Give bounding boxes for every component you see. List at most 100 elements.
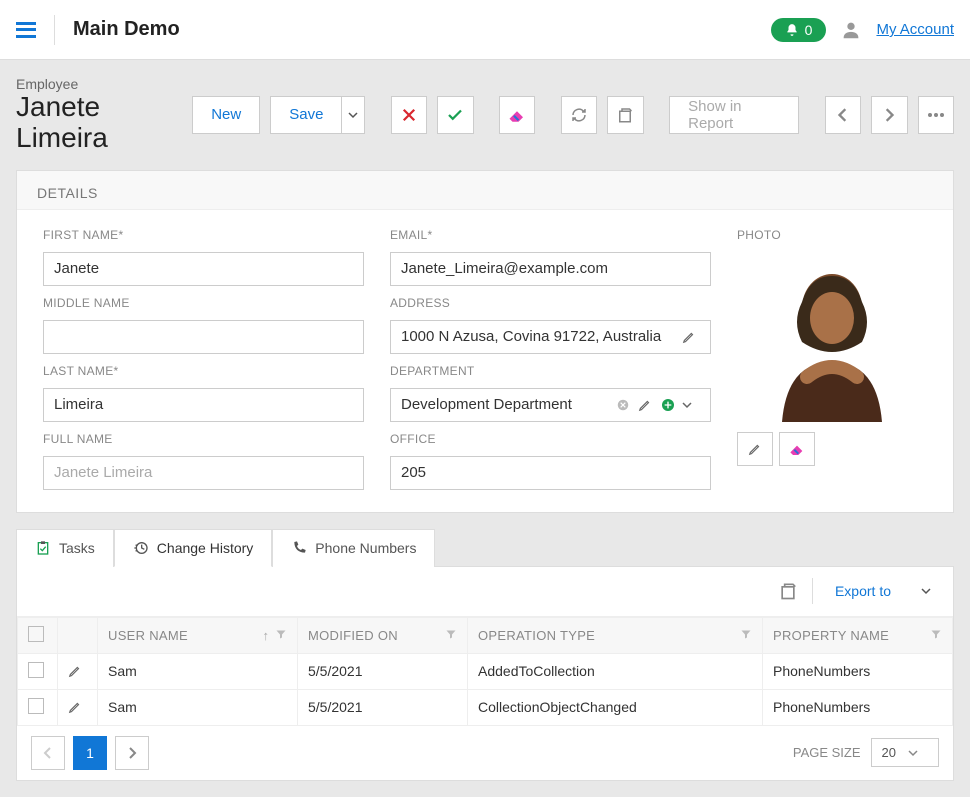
table-row[interactable]: Sam 5/5/2021 AddedToCollection PhoneNumb… (18, 653, 953, 689)
more-actions-button[interactable] (918, 96, 954, 134)
ellipsis-icon (927, 112, 945, 118)
menu-hamburger-icon[interactable] (16, 20, 36, 40)
chevron-down-icon (908, 748, 918, 758)
user-avatar-icon[interactable] (840, 19, 862, 41)
pencil-icon (68, 664, 82, 678)
plus-circle-icon (660, 397, 676, 413)
chevron-left-icon (837, 108, 849, 122)
my-account-link[interactable]: My Account (876, 21, 954, 38)
eraser-icon (508, 108, 526, 122)
prev-record-button[interactable] (825, 96, 861, 134)
middle-name-input[interactable] (43, 320, 364, 354)
department-input[interactable] (391, 389, 616, 421)
select-all-checkbox[interactable] (28, 626, 44, 642)
table-row[interactable]: Sam 5/5/2021 CollectionObjectChanged Pho… (18, 689, 953, 725)
export-label: Export to (835, 583, 891, 599)
row-edit-button[interactable] (68, 700, 87, 714)
col-operation-type[interactable]: OPERATION TYPE (478, 628, 595, 643)
refresh-button[interactable] (561, 96, 597, 134)
pager-prev-button[interactable] (31, 736, 65, 770)
new-button[interactable]: New (192, 96, 260, 134)
confirm-button[interactable] (437, 96, 473, 134)
notifications-count: 0 (805, 22, 813, 38)
app-title: Main Demo (73, 18, 771, 41)
pager: 1 PAGE SIZE 20 (17, 726, 953, 780)
row-checkbox[interactable] (28, 698, 44, 714)
first-name-label: FIRST NAME* (43, 228, 364, 242)
change-history-panel: Export to USER NAME ↑ M (16, 566, 954, 781)
filter-icon[interactable] (275, 628, 287, 640)
record-type: Employee (16, 76, 182, 92)
photo-clear-button[interactable] (779, 432, 815, 466)
cell-user-name: Sam (98, 689, 298, 725)
row-checkbox[interactable] (28, 662, 44, 678)
details-card: DETAILS FIRST NAME* MIDDLE NAME LAST NAM… (16, 170, 954, 513)
cell-modified-on: 5/5/2021 (298, 653, 468, 689)
erase-button[interactable] (499, 96, 535, 134)
chevron-down-icon (682, 400, 692, 410)
cell-modified-on: 5/5/2021 (298, 689, 468, 725)
full-name-input (43, 456, 364, 490)
cell-property-name: PhoneNumbers (763, 689, 953, 725)
pager-next-button[interactable] (115, 736, 149, 770)
refresh-icon (570, 106, 588, 124)
person-photo-icon (752, 252, 912, 422)
sort-icon[interactable]: ↑ (263, 628, 270, 643)
tabs: Tasks Change History Phone Numbers (16, 529, 954, 567)
phone-icon (291, 540, 307, 556)
file-icon (616, 106, 634, 124)
cancel-button[interactable] (391, 96, 427, 134)
pencil-icon (68, 700, 82, 714)
chevron-right-icon (127, 747, 137, 759)
pager-page-1[interactable]: 1 (73, 736, 107, 770)
chevron-left-icon (43, 747, 53, 759)
last-name-input[interactable] (43, 388, 364, 422)
divider (812, 578, 813, 604)
last-name-label: LAST NAME* (43, 364, 364, 378)
row-edit-button[interactable] (68, 664, 87, 678)
page-size-select[interactable]: 20 (871, 738, 939, 767)
filter-icon[interactable] (740, 628, 752, 640)
tab-tasks[interactable]: Tasks (16, 529, 114, 567)
tab-change-history[interactable]: Change History (114, 529, 273, 567)
col-modified-on[interactable]: MODIFIED ON (308, 628, 398, 643)
office-input[interactable] (390, 456, 711, 490)
notifications-button[interactable]: 0 (771, 18, 827, 42)
first-name-input[interactable] (43, 252, 364, 286)
show-in-report-button[interactable]: Show in Report (669, 96, 799, 134)
cell-property-name: PhoneNumbers (763, 653, 953, 689)
tab-phone-numbers[interactable]: Phone Numbers (272, 529, 435, 567)
photo-label: PHOTO (737, 228, 927, 242)
email-input[interactable] (390, 252, 711, 286)
page-toolbar: Employee Janete Limeira New Save Show (16, 76, 954, 154)
cell-operation-type: CollectionObjectChanged (468, 689, 763, 725)
pencil-icon (748, 442, 762, 456)
file-button[interactable] (607, 96, 643, 134)
address-label: ADDRESS (390, 296, 711, 310)
middle-name-label: MIDDLE NAME (43, 296, 364, 310)
photo-edit-button[interactable] (737, 432, 773, 466)
address-edit-button[interactable] (682, 330, 704, 344)
export-to-button[interactable]: Export to (827, 583, 939, 599)
save-dropdown-button[interactable] (341, 96, 365, 134)
save-button[interactable]: Save (270, 96, 341, 134)
bell-icon (785, 23, 799, 37)
full-name-label: FULL NAME (43, 432, 364, 446)
next-record-button[interactable] (871, 96, 907, 134)
cell-operation-type: AddedToCollection (468, 653, 763, 689)
tab-label: Change History (157, 540, 254, 556)
col-user-name[interactable]: USER NAME (108, 628, 188, 643)
filter-icon[interactable] (930, 628, 942, 640)
grid-file-button[interactable] (778, 581, 798, 601)
department-dropdown-button[interactable] (682, 400, 704, 410)
chevron-down-icon (921, 586, 931, 596)
department-clear-button[interactable] (616, 398, 638, 412)
office-label: OFFICE (390, 432, 711, 446)
page-size-label: PAGE SIZE (793, 745, 861, 760)
department-edit-button[interactable] (638, 398, 660, 412)
filter-icon[interactable] (445, 628, 457, 640)
department-add-button[interactable] (660, 397, 682, 413)
address-input[interactable] (391, 321, 682, 353)
col-property-name[interactable]: PROPERTY NAME (773, 628, 889, 643)
tab-label: Phone Numbers (315, 540, 416, 556)
